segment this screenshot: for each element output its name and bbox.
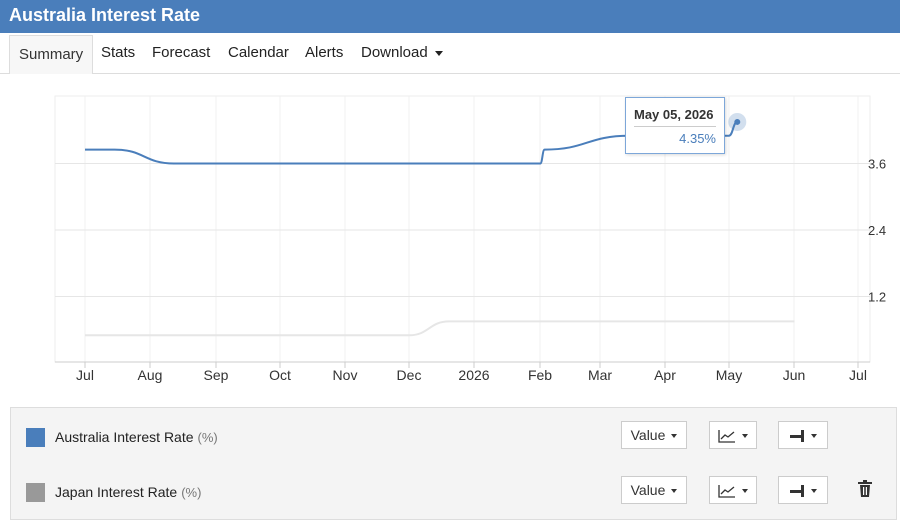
- x-tick-label: 2026: [458, 367, 489, 383]
- legend-row-japan: Japan Interest Rate (%) Value: [11, 463, 896, 518]
- series-name: Australia Interest Rate (%): [55, 429, 218, 445]
- x-tick-label: Jul: [849, 367, 867, 383]
- chevron-down-icon: [671, 489, 678, 494]
- tab-forecast[interactable]: Forecast: [152, 33, 210, 73]
- chart-type-dropdown[interactable]: [709, 421, 757, 449]
- series-name-label: Australia Interest Rate: [55, 429, 194, 445]
- y-tick-label: 1.2: [868, 290, 886, 305]
- tab-bar: Summary Stats Forecast Calendar Alerts D…: [0, 33, 900, 74]
- line-chart-icon: [718, 485, 735, 498]
- trash-icon: [858, 480, 872, 497]
- tab-summary[interactable]: Summary: [9, 35, 94, 74]
- x-tick-label: Mar: [588, 367, 612, 383]
- tab-download-label: Download: [361, 44, 428, 61]
- axis-dropdown[interactable]: [778, 476, 828, 504]
- y-tick-label: 3.6: [868, 157, 886, 172]
- series-color-swatch[interactable]: [26, 483, 45, 502]
- value-dropdown[interactable]: Value: [621, 476, 687, 504]
- legend-row-australia: Australia Interest Rate (%) Value: [11, 408, 896, 463]
- x-tick-label: May: [716, 367, 742, 383]
- series-legend-panel: Australia Interest Rate (%) Value Japan I…: [10, 407, 897, 520]
- series-name-label: Japan Interest Rate: [55, 484, 178, 500]
- series-unit: (%): [197, 430, 218, 445]
- tooltip-date: May 05, 2026: [634, 107, 714, 122]
- x-tick-label: Oct: [269, 367, 291, 383]
- chevron-down-icon: [671, 434, 678, 439]
- x-tick-label: Aug: [138, 367, 163, 383]
- series-name: Japan Interest Rate (%): [55, 484, 201, 500]
- x-tick-label: Jul: [76, 367, 94, 383]
- tooltip-divider: [634, 126, 716, 127]
- chevron-down-icon: [742, 434, 748, 439]
- tab-download[interactable]: Download: [361, 33, 443, 73]
- series-unit: (%): [181, 485, 202, 500]
- x-tick-label: Apr: [654, 367, 676, 383]
- x-tick-label: Sep: [204, 367, 229, 383]
- app-header: Australia Interest Rate: [0, 0, 900, 33]
- line-chart-icon: [718, 430, 735, 443]
- chevron-down-icon: [811, 489, 817, 494]
- tab-stats[interactable]: Stats: [101, 33, 135, 73]
- series-line-japan-interest-rate: [85, 320, 795, 337]
- value-dropdown-label: Value: [630, 427, 666, 443]
- line-chart: 1.2 2.4 3.6 Jul Aug Sep Oct Nov Dec 2026 Feb Mar Apr…: [54, 95, 886, 383]
- x-tick-label: Feb: [528, 367, 552, 383]
- chevron-down-icon: [742, 489, 748, 494]
- series-color-swatch[interactable]: [26, 428, 45, 447]
- chart-area: 1.2 2.4 3.6 Jul Aug Sep Oct Nov Dec 2026 Feb Mar Apr…: [0, 74, 900, 404]
- delete-series-button[interactable]: [857, 480, 873, 503]
- x-tick-label: Nov: [333, 367, 358, 383]
- axis-right-icon: [790, 485, 804, 498]
- chevron-down-icon: [434, 50, 443, 56]
- value-dropdown[interactable]: Value: [621, 421, 687, 449]
- x-tick-label: Dec: [397, 367, 422, 383]
- y-tick-label: 2.4: [868, 223, 886, 238]
- chart-tooltip: May 05, 2026 4.35%: [625, 97, 725, 154]
- page-title: Australia Interest Rate: [9, 5, 201, 25]
- tab-alerts[interactable]: Alerts: [305, 33, 343, 73]
- axis-right-icon: [790, 430, 804, 443]
- x-tick-label: Jun: [783, 367, 806, 383]
- axis-dropdown[interactable]: [778, 421, 828, 449]
- hover-marker: [734, 118, 741, 125]
- tab-calendar[interactable]: Calendar: [228, 33, 289, 73]
- tooltip-value: 4.35%: [679, 131, 716, 146]
- chevron-down-icon: [811, 434, 817, 439]
- chart-type-dropdown[interactable]: [709, 476, 757, 504]
- value-dropdown-label: Value: [630, 482, 666, 498]
